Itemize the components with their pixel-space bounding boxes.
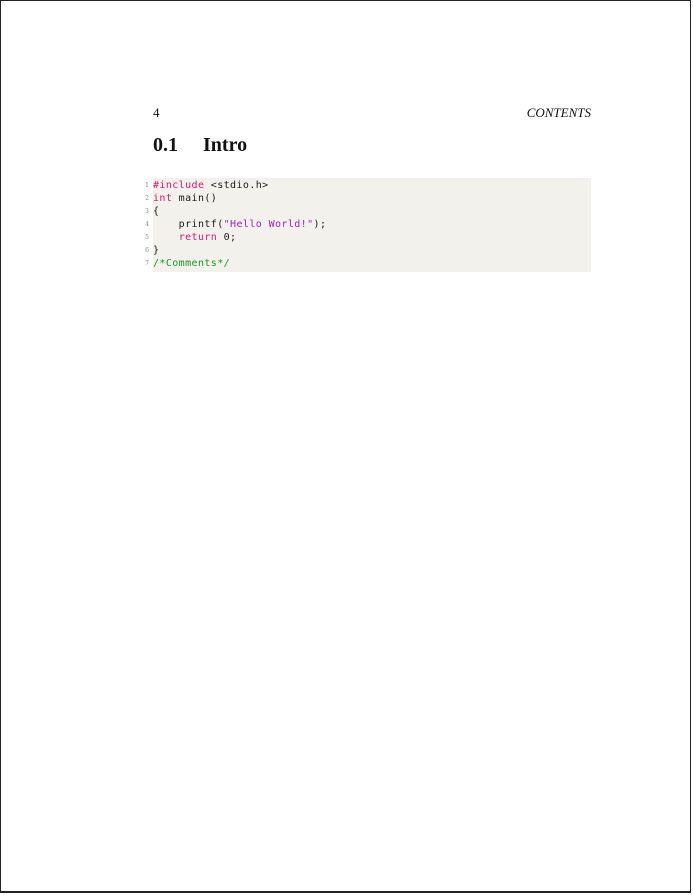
page-frame: 4 CONTENTS 0.1 Intro 1 #include <stdio.h> 2… — [0, 0, 691, 893]
line-number: 5 — [145, 234, 149, 241]
code-keyword: int — [153, 193, 173, 204]
code-line: 3{ — [145, 205, 591, 218]
line-number: 6 — [145, 247, 149, 254]
code-line: 5 return 0; — [145, 231, 591, 244]
code-text: } — [153, 245, 160, 256]
line-number: 2 — [145, 195, 149, 202]
code-line: 4 printf("Hello World!"); — [145, 218, 591, 231]
section-title: Intro — [203, 134, 248, 156]
code-string: "Hello World!" — [223, 219, 314, 230]
line-number: 1 — [145, 182, 149, 189]
code-text: { — [153, 206, 160, 217]
code-listing: 1 #include <stdio.h> 2 int main() 3{4 printf… — [145, 178, 591, 272]
page-number: 4 — [153, 105, 160, 120]
code-line: 1 #include <stdio.h> — [145, 179, 591, 192]
section-number: 0.1 — [153, 134, 178, 156]
section-heading: 0.1 Intro — [153, 134, 247, 157]
code-keyword: return — [178, 232, 218, 243]
code-text: main() — [172, 193, 218, 204]
code-text: <stdio.h> — [204, 180, 269, 191]
code-comment: /*Comments*/ — [153, 258, 231, 269]
code-text: printf( — [153, 219, 224, 230]
running-title: CONTENTS — [526, 105, 591, 120]
code-line: 7 /*Comments*/ — [145, 257, 591, 270]
code-text: ); — [313, 219, 327, 230]
code-keyword: #include — [153, 180, 205, 191]
code-text: 0; — [217, 232, 237, 243]
code-line: 6} — [145, 244, 591, 257]
code-line: 2 int main() — [145, 192, 591, 205]
line-number: 4 — [145, 221, 149, 228]
line-number: 7 — [145, 260, 149, 267]
running-header: 4 CONTENTS — [153, 105, 591, 123]
line-number: 3 — [145, 208, 149, 215]
